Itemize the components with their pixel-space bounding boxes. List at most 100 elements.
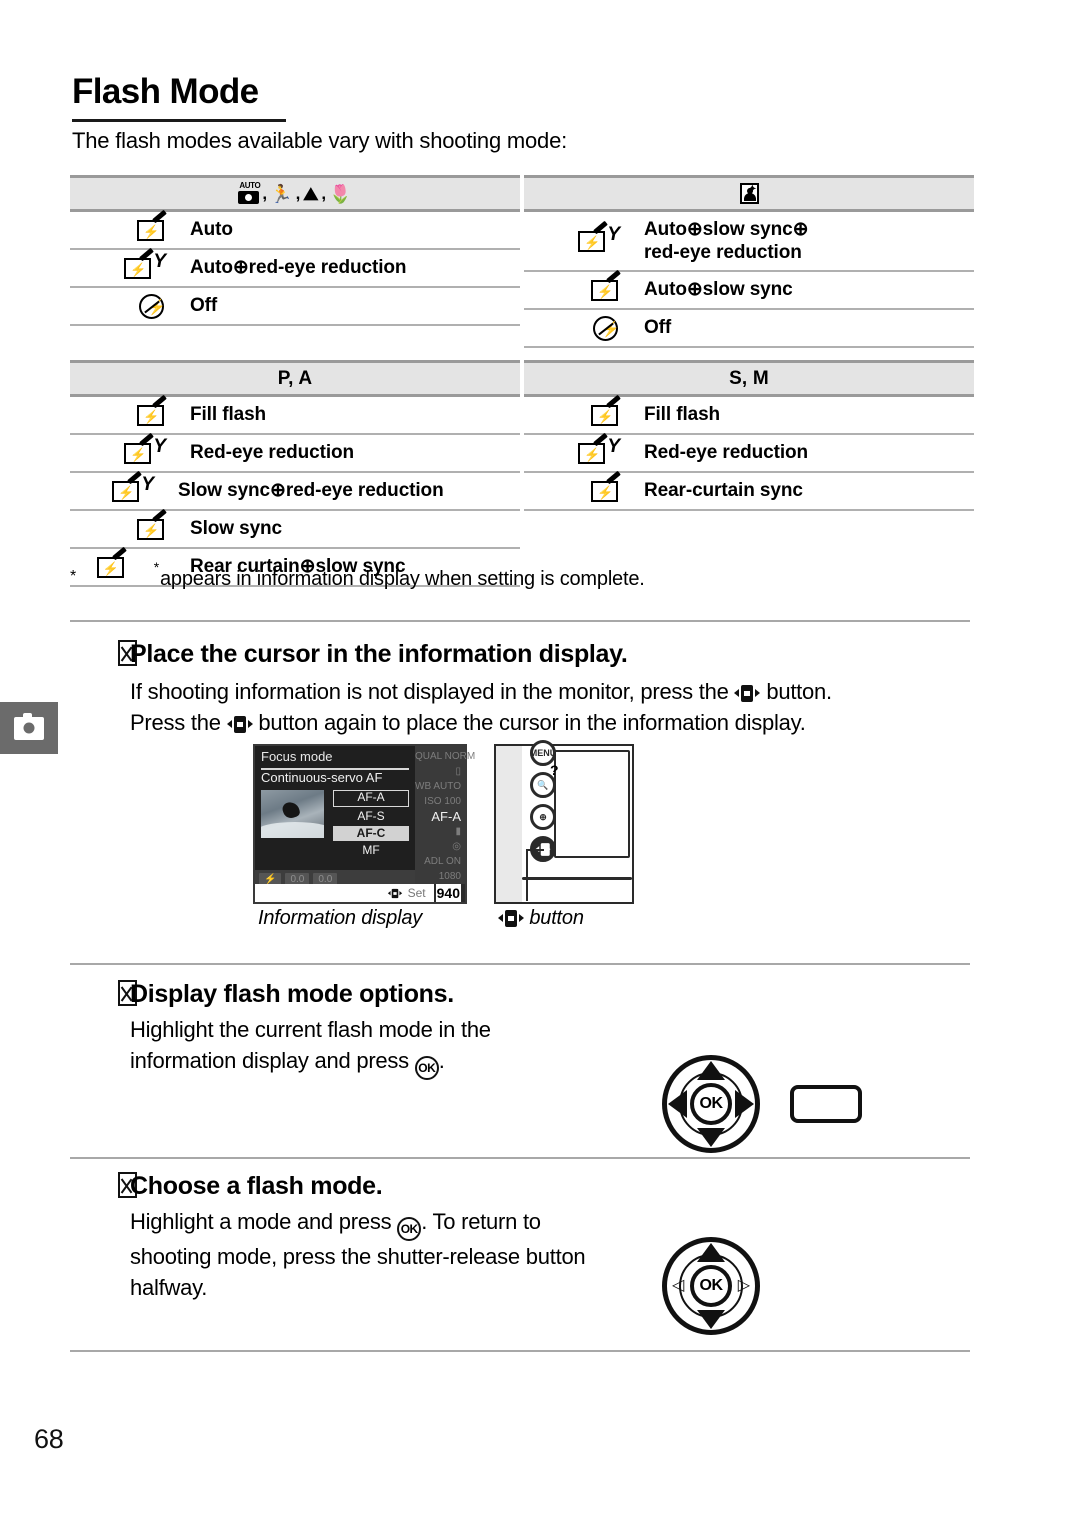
step-3-line-1: Highlight a mode and press OK. To return…	[130, 1206, 660, 1241]
row-label: Auto	[190, 219, 233, 241]
set-label: Set	[382, 885, 426, 902]
info-button-icon	[387, 888, 402, 898]
row-label: Fill flash	[190, 404, 267, 426]
table-header-label: P, A	[277, 367, 313, 389]
flash-redeye-icon: ⚡ Y	[70, 432, 190, 464]
callout-line	[526, 849, 528, 901]
flash-off-icon: ⚡	[70, 293, 190, 319]
camera-edge	[522, 877, 632, 880]
title-underline	[72, 119, 286, 122]
info-main-area: Focus mode Continuous-servo AF AF-A AF-S…	[255, 746, 415, 870]
selector-right-icon[interactable]	[735, 1090, 754, 1118]
selector-left-icon[interactable]	[668, 1090, 687, 1118]
ok-button-icon: OK	[397, 1217, 422, 1241]
af-option-a[interactable]: AF-A	[333, 790, 409, 807]
side-tab-shooting	[0, 702, 58, 754]
flash-off-icon: ⚡	[524, 315, 644, 341]
intro-text: The flash modes available vary with shoo…	[72, 128, 568, 153]
row-label: Off	[644, 317, 672, 339]
image-size-row: ▯	[455, 766, 461, 777]
table-row: ⚡ Off	[70, 288, 520, 324]
flash-rear-curtain-icon: ⚡	[524, 470, 644, 502]
callout-line	[526, 849, 544, 851]
shutter-release-button-figure[interactable]	[790, 1085, 862, 1123]
manual-page: 68 Flash Mode The flash modes available …	[0, 0, 1080, 1529]
selector-down-icon[interactable]	[697, 1310, 725, 1329]
ok-button-icon[interactable]: OK	[690, 1083, 732, 1125]
table-row: ⚡ Rear-curtain sync	[524, 470, 974, 509]
flash-auto-redeye-icon: ⚡ Y	[70, 247, 190, 279]
selector-left-icon[interactable]: ◁	[672, 1278, 684, 1294]
flash-auto-icon: ⚡	[524, 269, 644, 301]
flash-fill-icon: ⚡	[70, 394, 190, 426]
table-row: ⚡ Auto	[70, 209, 520, 248]
multi-selector-figure[interactable]: OK	[662, 1055, 760, 1153]
table-row: ⚡ Slow sync	[70, 508, 520, 547]
focus-mode-value: Continuous-servo AF	[261, 770, 383, 785]
info-button-icon	[498, 910, 524, 927]
table-header: P, A	[70, 363, 520, 394]
auto-camera-icon: AUTO	[238, 181, 261, 204]
selector-down-icon[interactable]	[697, 1128, 725, 1147]
focus-mode-label: Focus mode	[261, 749, 333, 764]
table-row: ⚡ Y Slow sync⊕red-eye reduction	[70, 470, 520, 509]
table-row: ⚡ Y Auto⊕red-eye reduction	[70, 247, 520, 286]
flash-auto-icon: ⚡	[70, 209, 190, 241]
row-label: Auto⊕slow sync⊕ red-eye reduction	[644, 218, 809, 263]
row-label: Slow sync	[190, 518, 283, 540]
help-icon[interactable]: 🔍	[530, 772, 556, 798]
step-3-line-2: shooting mode, press the shutter-release…	[130, 1244, 586, 1269]
selector-right-icon[interactable]: ▷	[738, 1278, 750, 1294]
step-1-line-2: Press the button again to place the curs…	[130, 710, 806, 736]
af-mode-row: AF-A	[431, 809, 461, 824]
table-night-portrait-mode: ✦ ⚡ Y Auto⊕slow sync⊕ red-eye reduction ⚡…	[524, 175, 974, 348]
iso-row: ISO 100	[424, 796, 461, 807]
row-label: Auto⊕red-eye reduction	[190, 257, 407, 279]
selector-up-icon[interactable]	[697, 1061, 725, 1080]
step-3-title: Choose a flash mode.	[130, 1172, 383, 1200]
step-1-title: Place the cursor in the information disp…	[130, 640, 628, 668]
table-header: AUTO , 🏃 , ⛰ , 🌷	[70, 178, 520, 209]
flash-auto-redeye-icon: ⚡ Y	[524, 220, 644, 252]
section-divider	[70, 1157, 970, 1159]
active-d-lighting-row: ADL ON	[424, 856, 461, 867]
step-2-line-2: information display and press OK.	[130, 1045, 650, 1081]
section-divider	[70, 963, 970, 965]
table-row: ⚡ Auto⊕slow sync	[524, 269, 974, 308]
caption-information-display: Information display	[258, 907, 423, 929]
footnote-marker: *	[70, 568, 77, 585]
ok-button-icon: OK	[414, 1056, 439, 1081]
table-row: ⚡ Y Red-eye reduction	[524, 432, 974, 471]
row-label: Fill flash	[644, 404, 721, 426]
section-divider	[70, 620, 970, 622]
table-rule	[524, 346, 974, 348]
table-rule	[70, 324, 520, 326]
movie-size-row: 1080	[438, 871, 461, 882]
ok-button-icon[interactable]: OK	[690, 1265, 732, 1307]
row-label: Red-eye reduction	[190, 442, 355, 464]
row-label: Red-eye reduction	[644, 442, 809, 464]
row-label: Slow sync⊕red-eye reduction	[178, 480, 444, 502]
zoom-in-icon[interactable]: ⊕	[530, 804, 556, 830]
night-portrait-icon: ⛰	[303, 183, 319, 204]
camera-icon	[14, 712, 44, 740]
table-header-label: S, M	[729, 367, 769, 389]
page-title: Flash Mode	[72, 72, 259, 111]
step-1-body: If shooting information is not displayed…	[130, 676, 960, 738]
section-divider	[70, 1350, 970, 1352]
table-row: ⚡ Y Red-eye reduction	[70, 432, 520, 471]
table-row: ⚡ Y Auto⊕slow sync⊕ red-eye reduction	[524, 212, 974, 270]
multi-selector-figure-2[interactable]: ◁ ▷ OK	[662, 1237, 760, 1335]
step-2-body: Highlight the current flash mode in the …	[130, 1014, 650, 1081]
camera-monitor	[554, 750, 630, 858]
af-option-s[interactable]: AF-S	[333, 809, 409, 824]
thumbnail-image	[261, 790, 324, 838]
row-label: Rear-curtain sync	[644, 480, 803, 502]
white-balance-row: WB AUTO	[415, 781, 461, 792]
table-p-a-modes: P, A ⚡ Fill flash ⚡ Y Red-eye reduction ⚡…	[70, 360, 520, 587]
af-option-c[interactable]: AF-C	[333, 826, 409, 841]
table-row: ⚡ Off	[524, 310, 974, 346]
header-mode-icons: AUTO , 🏃 , ⛰ , 🌷	[238, 180, 352, 204]
af-option-mf[interactable]: MF	[333, 843, 409, 858]
selector-up-icon[interactable]	[697, 1243, 725, 1262]
